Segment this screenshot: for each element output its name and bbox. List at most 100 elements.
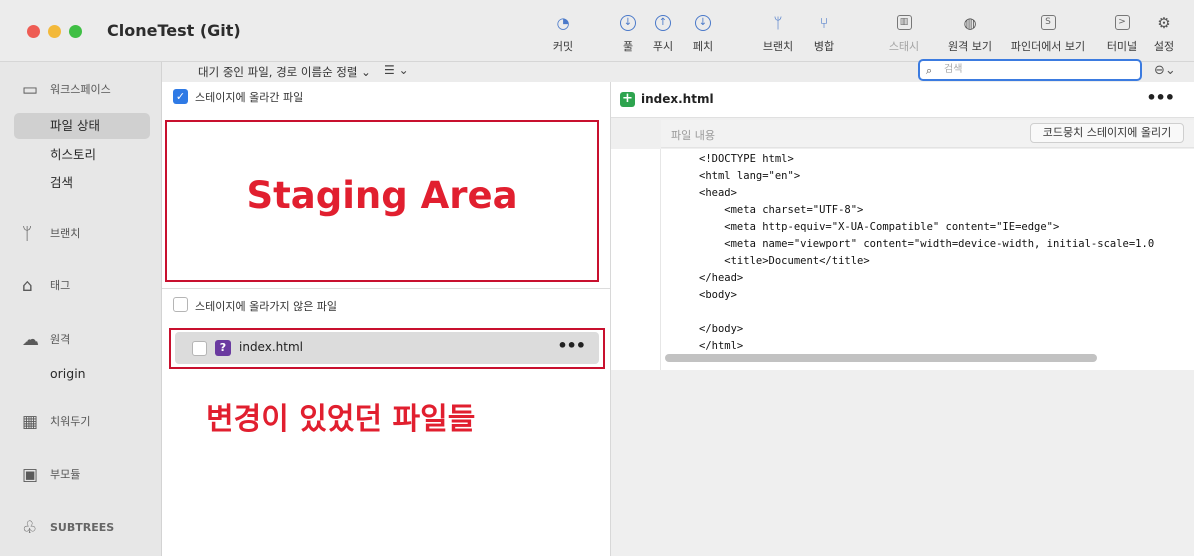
sidebar-workspace-header[interactable]: ▭ 워크스페이스 (22, 80, 111, 100)
code-view: <!DOCTYPE html> <html lang="en"> <head> … (611, 149, 1194, 370)
diff-header: + index.html ••• (611, 82, 1194, 118)
sidebar: ▭ 워크스페이스 파일 상태 히스토리 검색 ᛘ 브랜치 ⌂ 태그 ☁ 원격 origi… (0, 62, 162, 556)
code-line: <meta name="viewport" content="width=dev… (699, 238, 1155, 250)
diff-file-name: index.html (641, 92, 714, 106)
hunk-label: 파일 내용 (671, 129, 715, 142)
commit-label: 커밋 (552, 40, 574, 53)
branches-label: 브랜치 (50, 227, 81, 240)
window-toolbar: CloneTest (Git) ◔ 커밋 ↓ 풀 ↑ 푸시 ↓ 페치 ᛘ 브랜치 ⑂ 병합 … (0, 0, 1194, 62)
terminal-icon: > (1114, 15, 1130, 30)
untracked-status-icon: ? (215, 340, 231, 356)
code-line: </head> (699, 272, 744, 284)
unstaged-section-label: 스테이지에 올라가지 않은 파일 (195, 300, 338, 313)
sidebar-item-label: 검색 (50, 175, 74, 190)
fetch-label: 페치 (692, 40, 714, 53)
show-in-finder-button[interactable]: S 파인더에서 보기 (1005, 12, 1091, 54)
stage-hunk-button[interactable]: 코드뭉치 스테이지에 올리기 (1030, 123, 1184, 143)
finder-icon: S (1040, 15, 1056, 30)
remotes-label: 원격 (50, 333, 71, 346)
list-item[interactable]: ? index.html ••• (175, 332, 599, 364)
filter-menu-button[interactable]: ⊖⌄ (1154, 63, 1176, 78)
commit-button[interactable]: ◔ 커밋 (533, 12, 593, 54)
folder-icon: ▣ (22, 465, 39, 485)
sidebar-remotes-header[interactable]: ☁ 원격 (22, 330, 70, 350)
stash-button[interactable]: ▥ 스태시 (874, 12, 934, 54)
merge-icon: ⑂ (819, 14, 829, 32)
zoom-window-button[interactable] (69, 25, 82, 38)
globe-icon: ◍ (963, 14, 977, 32)
sidebar-item-history[interactable]: 히스토리 (14, 142, 150, 168)
code-line: <title>Document</title> (699, 255, 870, 267)
staged-section-label: 스테이지에 올라간 파일 (195, 91, 304, 104)
sidebar-submodules-header[interactable]: ▣ 부모듈 (22, 465, 80, 485)
stash-icon: ▥ (896, 15, 912, 30)
stashes-label: 치워두기 (50, 415, 91, 428)
stash-label: 스태시 (888, 40, 920, 53)
subtree-icon: ♧ (22, 518, 38, 538)
file-checkbox[interactable] (192, 341, 207, 356)
code-line: <!DOCTYPE html> (699, 153, 794, 165)
section-divider (162, 288, 610, 289)
cloud-icon: ☁ (22, 330, 39, 350)
stash-icon: ▦ (22, 412, 39, 432)
close-window-button[interactable] (27, 25, 40, 38)
unstaged-all-checkbox[interactable] (173, 297, 188, 312)
staged-all-checkbox[interactable]: ✓ (173, 89, 188, 104)
tags-label: 태그 (50, 279, 71, 292)
code-line: <meta charset="UTF-8"> (699, 204, 864, 216)
code-line: </html> (699, 340, 744, 352)
diff-pane: + index.html ••• 파일 내용 코드뭉치 스테이지에 올리기 <!… (611, 82, 1194, 556)
staging-area-annotation-box: Staging Area (165, 120, 599, 282)
settings-button[interactable]: ⚙ 설정 (1134, 12, 1194, 54)
tag-icon: ⌂ (22, 276, 33, 296)
horizontal-scrollbar[interactable] (665, 354, 1097, 362)
merge-label: 병합 (813, 40, 835, 53)
push-label: 푸시 (652, 40, 674, 53)
staging-area-annotation: Staging Area (246, 174, 518, 217)
added-file-icon: + (620, 92, 635, 107)
branch-icon: ᛘ (22, 224, 33, 244)
push-icon: ↑ (655, 15, 671, 31)
diff-more-button[interactable]: ••• (1146, 88, 1175, 107)
sidebar-branches-header[interactable]: ᛘ 브랜치 (22, 224, 80, 244)
commit-icon: ◔ (556, 14, 570, 32)
pull-label: 풀 (622, 40, 634, 53)
sidebar-subtrees-header[interactable]: ♧ SUBTREES (22, 518, 114, 538)
window-title: CloneTest (Git) (107, 21, 241, 40)
show-in-finder-label: 파인더에서 보기 (1010, 40, 1086, 53)
submodules-label: 부모듈 (50, 468, 81, 481)
file-more-button[interactable]: ••• (557, 336, 586, 355)
fetch-icon: ↓ (695, 15, 711, 31)
search-input[interactable]: ⌕ 검색 (918, 59, 1142, 81)
code-line: <html lang="en"> (699, 170, 801, 182)
monitor-icon: ▭ (22, 80, 39, 100)
workspace-label: 워크스페이스 (50, 83, 111, 96)
code-line: <meta http-equiv="X-UA-Compatible" conte… (699, 221, 1060, 233)
changed-files-annotation: 변경이 있었던 파일들 (206, 402, 476, 437)
search-icon: ⌕ (926, 64, 933, 77)
filter-bar: 대기 중인 파일, 경로 이름순 정렬 ⌄ ☰ ⌄ ⌕ 검색 ⊖⌄ (162, 59, 1194, 82)
hunk-header: 파일 내용 코드뭉치 스테이지에 올리기 (661, 120, 1194, 148)
line-number-gutter (611, 149, 661, 370)
list-view-toggle[interactable]: ☰ ⌄ (384, 63, 409, 77)
search-placeholder: 검색 (944, 64, 963, 75)
fetch-button[interactable]: ↓ 페치 (673, 12, 733, 54)
file-name: index.html (239, 340, 303, 354)
sidebar-item-file-status[interactable]: 파일 상태 (14, 113, 150, 139)
sidebar-item-search[interactable]: 검색 (14, 170, 150, 196)
sidebar-stashes-header[interactable]: ▦ 치워두기 (22, 412, 90, 432)
sidebar-tags-header[interactable]: ⌂ 태그 (22, 276, 70, 296)
code-line: <head> (699, 187, 737, 199)
minimize-window-button[interactable] (48, 25, 61, 38)
remote-view-label: 원격 보기 (948, 40, 992, 53)
sidebar-item-label: origin (50, 366, 86, 381)
merge-button[interactable]: ⑂ 병합 (794, 12, 854, 54)
sidebar-item-origin[interactable]: origin (14, 361, 150, 387)
code-line: </body> (699, 323, 744, 335)
remote-view-button[interactable]: ◍ 원격 보기 (940, 12, 1000, 54)
gear-icon: ⚙ (1157, 14, 1171, 32)
sidebar-item-label: 히스토리 (50, 147, 97, 162)
file-list-pane: ✓ 스테이지에 올라간 파일 Staging Area 스테이지에 올라가지 않… (162, 82, 611, 556)
subtrees-label: SUBTREES (50, 521, 115, 534)
sort-dropdown[interactable]: 대기 중인 파일, 경로 이름순 정렬 ⌄ (198, 64, 371, 80)
